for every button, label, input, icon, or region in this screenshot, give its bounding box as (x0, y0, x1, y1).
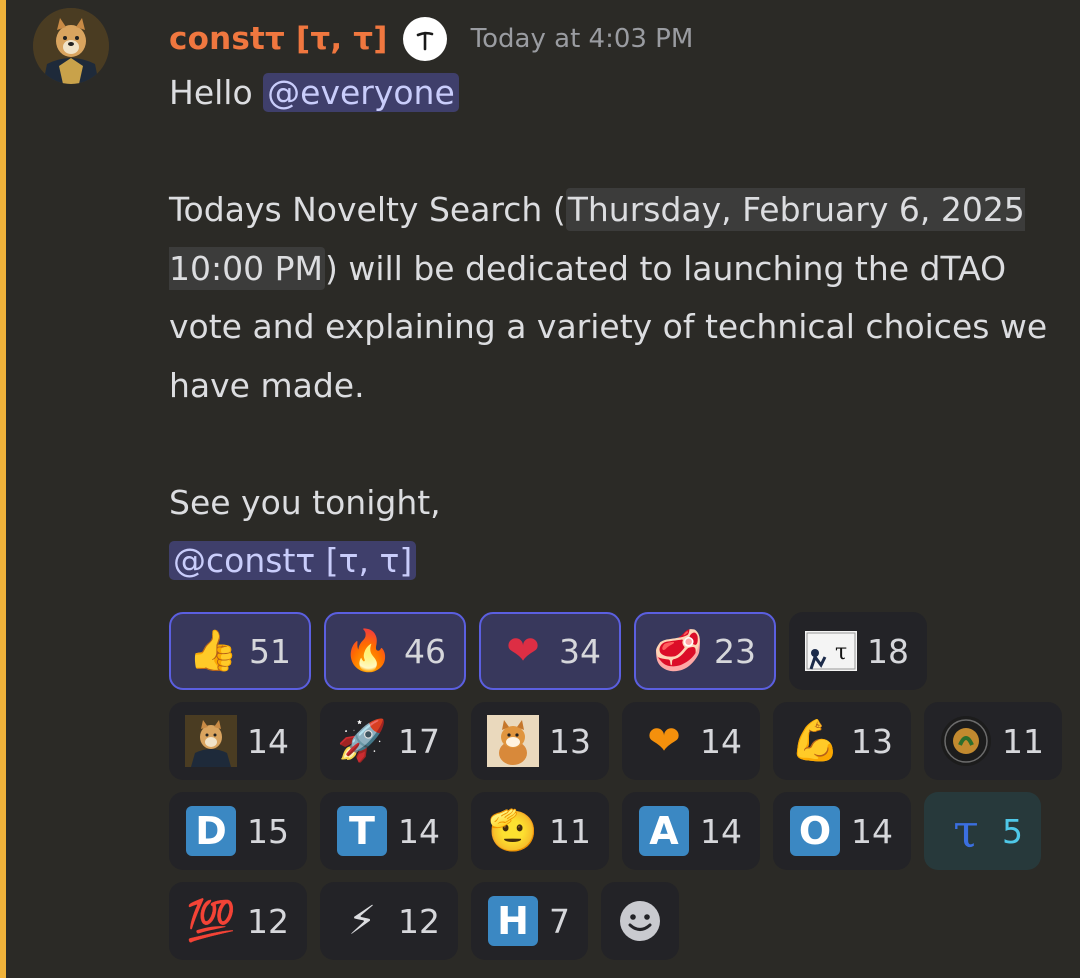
reaction-button[interactable]: D 15 (169, 792, 307, 870)
reaction-button[interactable]: 🔥 46 (324, 612, 466, 690)
greeting-text: Hello (169, 73, 264, 112)
reaction-count: 13 (851, 721, 893, 761)
thumbs-up-icon: 👍 (188, 628, 238, 674)
reaction-button[interactable]: 11 (924, 702, 1062, 780)
letter-h-icon: H (487, 895, 539, 947)
add-reaction-smiley-icon (617, 895, 663, 947)
letter-tile: O (790, 806, 840, 856)
letter-o-icon: O (789, 805, 841, 857)
reaction-count: 14 (851, 811, 893, 851)
reaction-row: 👍 51 🔥 46 ❤ 34 🥩 23 τ 18 (169, 612, 1049, 690)
letter-t-icon: T (336, 805, 388, 857)
signature-line: @constτ [τ, τ] (169, 532, 1049, 591)
shiba-dog-icon (487, 715, 539, 767)
letter-a-icon: A (638, 805, 690, 857)
reaction-button[interactable]: 🚀 17 (320, 702, 458, 780)
reaction-button[interactable]: ❤ 14 (622, 702, 760, 780)
reaction-count: 17 (398, 721, 440, 761)
reaction-count: 7 (549, 901, 570, 941)
heart-icon: ❤ (506, 628, 540, 674)
reaction-count: 23 (714, 631, 756, 671)
hundred-points-icon: 💯 (186, 898, 236, 944)
reaction-count: 34 (559, 631, 601, 671)
reaction-button[interactable]: ⚡ 12 (320, 882, 458, 960)
reaction-count: 15 (247, 811, 289, 851)
tao-symbol-icon: τ (953, 804, 979, 858)
reaction-button[interactable]: T 14 (320, 792, 458, 870)
reaction-button[interactable]: 14 (169, 702, 307, 780)
seal-badge-icon (940, 715, 992, 767)
rocket-icon: 🚀 (337, 718, 387, 764)
letter-tile: H (488, 896, 538, 946)
announcement-paragraph: Todays Novelty Search (Thursday, Februar… (169, 181, 1049, 415)
reaction-count: 46 (404, 631, 446, 671)
author-name[interactable]: constτ [τ, τ] (169, 21, 388, 57)
announcement-prefix: Todays Novelty Search ( (169, 190, 566, 229)
reaction-row: 14 🚀 17 13 ❤ 14 💪 13 11 (169, 702, 1062, 780)
reaction-button[interactable]: 13 (471, 702, 609, 780)
doge-general-portrait-icon (33, 8, 109, 84)
reaction-count: 18 (867, 631, 909, 671)
reaction-button[interactable]: 💪 13 (773, 702, 911, 780)
reaction-count: 12 (247, 901, 289, 941)
flexed-biceps-icon: 💪 (790, 718, 840, 764)
svg-text:τ: τ (835, 640, 847, 665)
saluting-face-icon: 🫡 (488, 808, 538, 854)
reaction-count: 14 (700, 811, 742, 851)
reaction-count: 12 (398, 901, 440, 941)
reaction-row: 💯 12 ⚡ 12 H 7 (169, 882, 1049, 960)
reaction-count: 11 (549, 811, 591, 851)
message-timestamp: Today at 4:03 PM (470, 24, 694, 54)
reaction-button[interactable]: τ 18 (789, 612, 927, 690)
high-voltage-icon: ⚡ (347, 898, 377, 944)
steak-icon: 🥩 (653, 628, 703, 674)
reaction-count: 14 (247, 721, 289, 761)
reaction-button[interactable]: 👍 51 (169, 612, 311, 690)
greeting-line: Hello @everyone (169, 64, 1049, 123)
fire-heart-icon: ❤ (647, 718, 681, 764)
reaction-count: 5 (1002, 811, 1023, 851)
reaction-button[interactable]: ❤ 34 (479, 612, 621, 690)
reaction-button[interactable]: 💯 12 (169, 882, 307, 960)
signoff-line: See you tonight, (169, 482, 441, 522)
custom-tao-sticker-icon: τ (805, 625, 857, 677)
letter-tile: D (186, 806, 236, 856)
reaction-row: D 15 T 14 🫡 11 A 14 O 14 τ 5 (169, 792, 1049, 870)
letter-d-icon: D (185, 805, 237, 857)
reaction-count: 14 (398, 811, 440, 851)
message-header: constτ [τ, τ] Today at 4:03 PM (169, 14, 693, 64)
mention-user[interactable]: @constτ [τ, τ] (169, 541, 417, 580)
avatar[interactable] (33, 8, 109, 84)
message-content: Hello @everyone Todays Novelty Search (T… (169, 64, 1049, 591)
reaction-button[interactable]: H7 (471, 882, 588, 960)
doge-general-icon (185, 715, 237, 767)
add-reaction-button[interactable] (601, 882, 679, 960)
reaction-button[interactable]: τ5 (924, 792, 1041, 870)
reaction-button[interactable]: 🥩 23 (634, 612, 776, 690)
reaction-count: 51 (249, 631, 291, 671)
reaction-count: 11 (1002, 721, 1044, 761)
reactions-bar: 👍 51 🔥 46 ❤ 34 🥩 23 τ 18 14 🚀 17 13 ❤ 14 💪 13 11 D 15 T 14 🫡 11 A… (169, 612, 1062, 972)
letter-tile: T (337, 806, 387, 856)
reaction-button[interactable]: A 14 (622, 792, 760, 870)
reaction-button[interactable]: 🫡 11 (471, 792, 609, 870)
reaction-button[interactable]: O 14 (773, 792, 911, 870)
role-icon[interactable] (402, 17, 447, 61)
reaction-count: 14 (700, 721, 742, 761)
chat-message: constτ [τ, τ] Today at 4:03 PM Hello @ev… (0, 0, 1080, 978)
fire-icon: 🔥 (343, 628, 393, 674)
letter-tile: A (639, 806, 689, 856)
mention-everyone[interactable]: @everyone (263, 73, 459, 112)
reaction-count: 13 (549, 721, 591, 761)
